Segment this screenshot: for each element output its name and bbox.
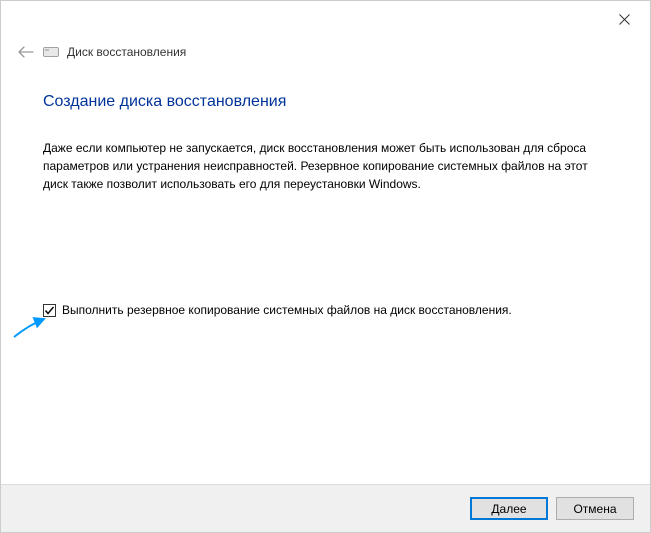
close-button[interactable] xyxy=(610,5,638,33)
description-text: Даже если компьютер не запускается, диск… xyxy=(43,139,608,193)
page-title: Создание диска восстановления xyxy=(43,93,608,111)
header-row: Диск восстановления xyxy=(1,37,650,65)
backup-checkbox-label: Выполнить резервное копирование системны… xyxy=(62,303,512,317)
footer: Далее Отмена xyxy=(1,484,650,532)
backup-checkbox-row: Выполнить резервное копирование системны… xyxy=(43,303,608,317)
annotation-arrow xyxy=(11,317,49,344)
back-button[interactable] xyxy=(17,45,35,59)
main-content: Создание диска восстановления Даже если … xyxy=(1,65,650,317)
back-arrow-icon xyxy=(17,45,35,59)
next-button[interactable]: Далее xyxy=(470,497,548,520)
titlebar xyxy=(1,1,650,37)
checkmark-icon xyxy=(44,305,55,316)
close-icon xyxy=(619,14,630,25)
breadcrumb: Диск восстановления xyxy=(67,45,186,59)
disk-icon xyxy=(43,47,59,57)
backup-checkbox[interactable] xyxy=(43,304,56,317)
cancel-button[interactable]: Отмена xyxy=(556,497,634,520)
